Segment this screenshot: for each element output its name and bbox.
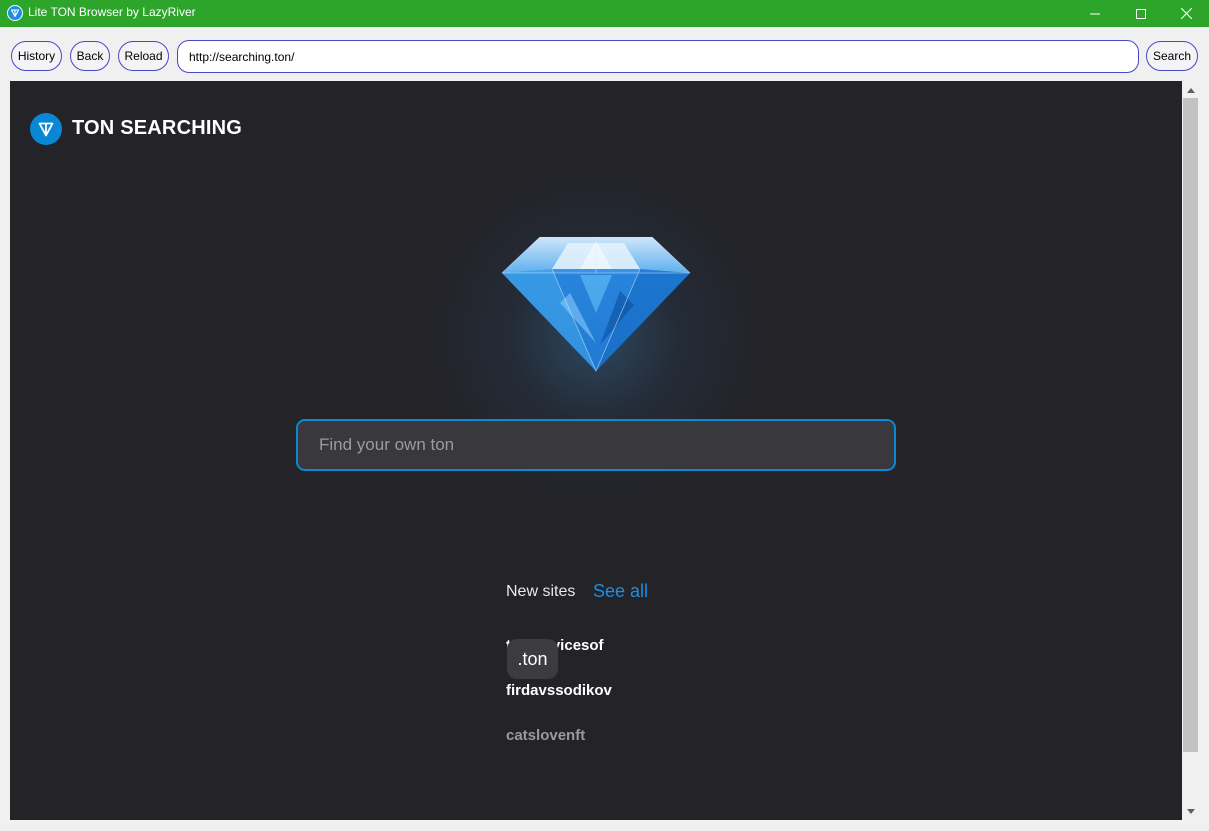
- maximize-icon: [1136, 8, 1146, 19]
- new-sites-heading: New sites: [506, 583, 576, 600]
- search-input[interactable]: Find your own ton: [296, 419, 896, 471]
- vertical-scrollbar[interactable]: [1182, 81, 1199, 820]
- back-button[interactable]: Back: [70, 41, 110, 71]
- minimize-icon: [1090, 13, 1100, 14]
- ton-app-icon: [7, 5, 23, 21]
- window-title: Lite TON Browser by LazyRiver: [28, 5, 196, 19]
- search-button[interactable]: Search: [1146, 41, 1198, 71]
- site-title[interactable]: TON SEARCHING: [72, 117, 242, 140]
- title-bar: Lite TON Browser by LazyRiver: [0, 0, 1209, 27]
- see-all-link[interactable]: See all: [593, 581, 648, 602]
- web-content: TON SEARCHING Find your own ton New site…: [10, 81, 1182, 820]
- minimize-button[interactable]: [1072, 0, 1118, 27]
- ton-logo-icon[interactable]: [30, 113, 62, 145]
- scroll-down-arrow-icon[interactable]: [1182, 804, 1199, 818]
- browser-toolbar: History Back Reload http://searching.ton…: [0, 27, 1209, 81]
- domain-tooltip: .ton: [507, 639, 558, 679]
- list-item[interactable]: catslovenft: [506, 727, 585, 744]
- scroll-up-arrow-icon[interactable]: [1182, 83, 1199, 97]
- maximize-button[interactable]: [1118, 0, 1164, 27]
- reload-button[interactable]: Reload: [118, 41, 169, 71]
- scroll-thumb[interactable]: [1183, 98, 1198, 752]
- close-button[interactable]: [1163, 0, 1209, 27]
- address-bar[interactable]: http://searching.ton/: [177, 40, 1139, 73]
- diamond-icon: [501, 236, 691, 373]
- close-icon: [1180, 8, 1192, 19]
- history-button[interactable]: History: [11, 41, 62, 71]
- list-item[interactable]: firdavssodikov: [506, 682, 612, 699]
